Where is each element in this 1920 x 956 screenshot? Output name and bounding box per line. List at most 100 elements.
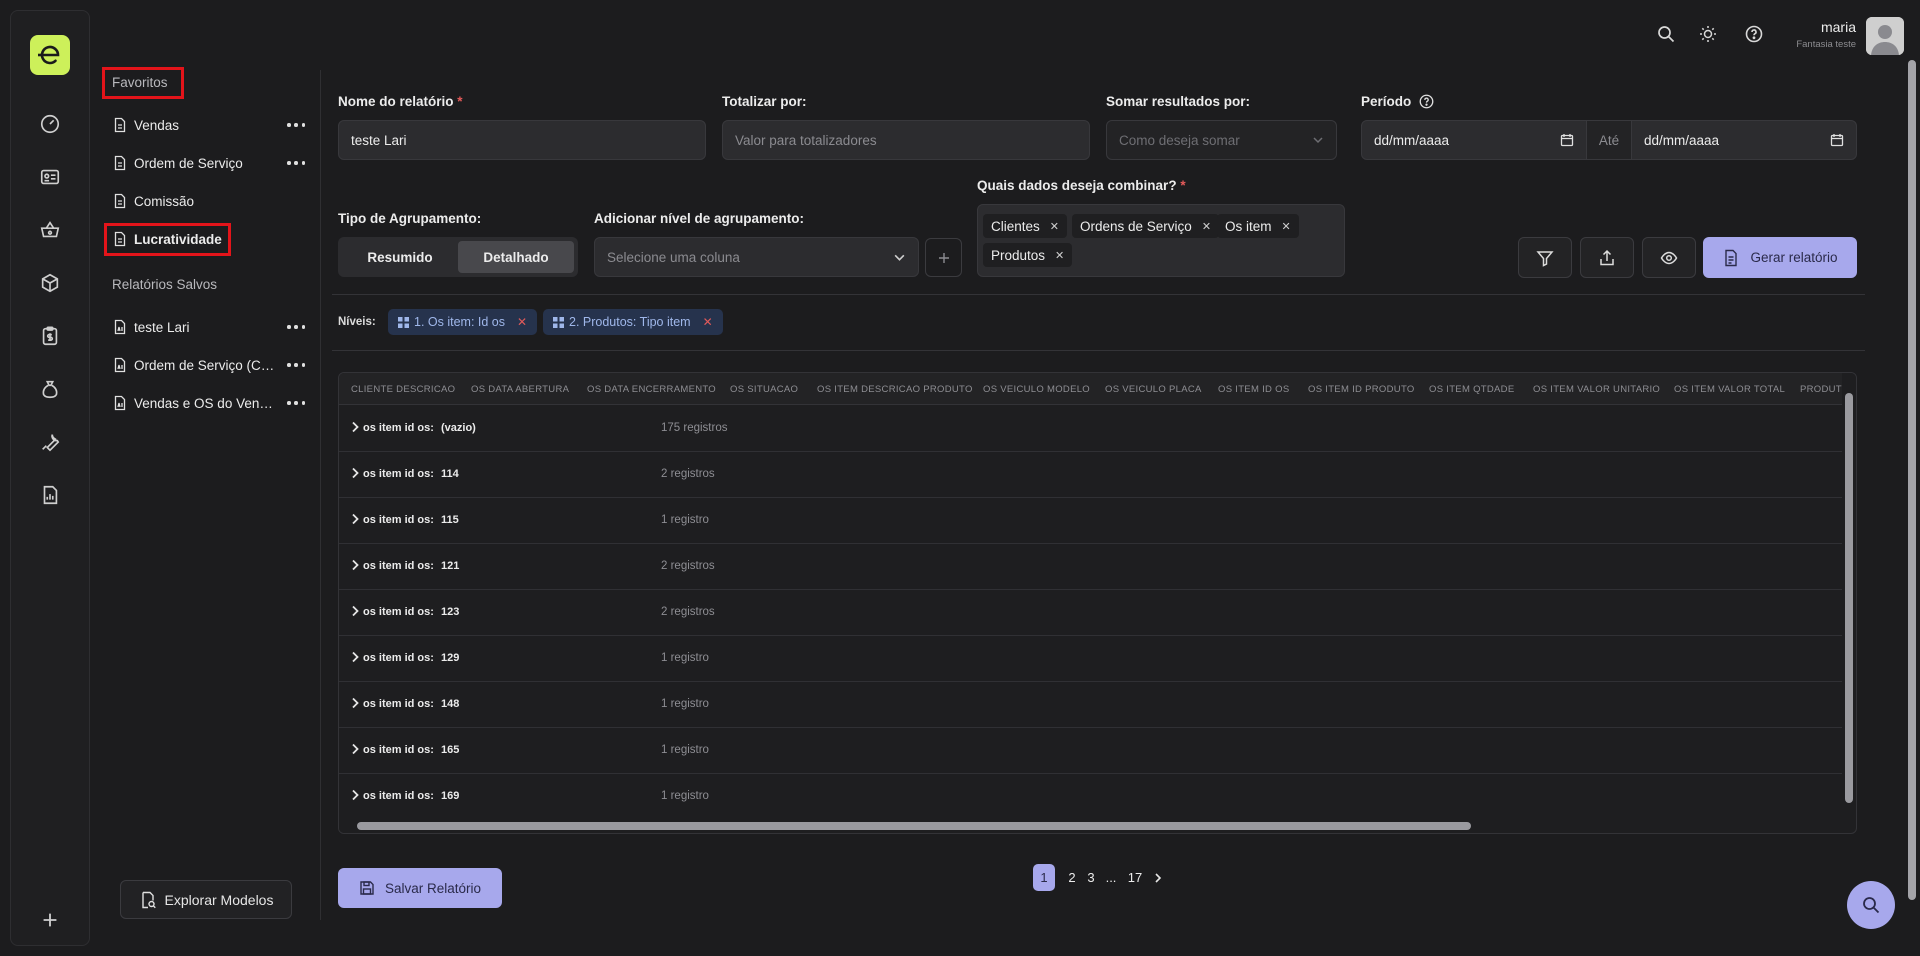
remove-tag-icon[interactable]: ✕: [1282, 220, 1291, 233]
remove-level-icon[interactable]: ✕: [517, 315, 527, 329]
page-3[interactable]: 3: [1085, 864, 1097, 891]
table-horizontal-scrollbar[interactable]: [339, 819, 1844, 833]
more-options-icon[interactable]: [287, 158, 305, 168]
help-icon[interactable]: [1744, 24, 1764, 44]
group-key: os item id os:: [363, 652, 434, 664]
combine-label: Quais dados deseja combinar? *: [977, 178, 1186, 193]
table-row[interactable]: os item id os: 114 2 registros: [339, 452, 1842, 498]
column-header[interactable]: OS ITEM QTDADE: [1429, 384, 1514, 395]
scrollbar-thumb[interactable]: [357, 822, 1471, 830]
chevron-right-icon[interactable]: [348, 604, 362, 618]
add-level-select[interactable]: Selecione uma coluna: [594, 237, 919, 277]
basket-icon[interactable]: [37, 217, 63, 243]
column-header[interactable]: OS DATA ENCERRAMENTO: [587, 384, 716, 395]
page-1[interactable]: 1: [1033, 864, 1055, 891]
more-options-icon[interactable]: [287, 398, 305, 408]
generate-report-button[interactable]: Gerar relatório: [1703, 237, 1857, 278]
group-count: 2 registros: [661, 606, 715, 618]
level-chip-label: 1. Os item: Id os: [414, 315, 506, 329]
dashboard-icon[interactable]: [37, 111, 63, 137]
theme-sun-icon[interactable]: [1698, 24, 1718, 44]
app-logo[interactable]: [30, 35, 70, 75]
sum-by-select[interactable]: Como deseja somar: [1106, 120, 1337, 160]
calendar-icon[interactable]: [1830, 133, 1844, 147]
chevron-right-icon[interactable]: [348, 696, 362, 710]
level-chip-2: 2. Produtos: Tipo item ✕: [543, 309, 723, 335]
add-icon[interactable]: [37, 907, 63, 933]
floating-search-button[interactable]: [1847, 881, 1895, 929]
chevron-right-icon[interactable]: [348, 466, 362, 480]
calendar-icon[interactable]: [1560, 133, 1574, 147]
table-row[interactable]: os item id os: 121 2 registros: [339, 544, 1842, 590]
wrench-icon[interactable]: [37, 429, 63, 455]
column-header[interactable]: OS DATA ABERTURA: [471, 384, 569, 395]
more-options-icon[interactable]: [287, 322, 305, 332]
total-by-input[interactable]: Valor para totalizadores: [722, 120, 1090, 160]
remove-tag-icon[interactable]: ✕: [1050, 220, 1059, 233]
table-row[interactable]: os item id os: 148 1 registro: [339, 682, 1842, 728]
add-level-button[interactable]: [925, 238, 962, 277]
period-label: Período: [1361, 94, 1434, 109]
chevron-right-icon[interactable]: [348, 742, 362, 756]
sidebar-item-comissao[interactable]: Comissão: [112, 189, 194, 213]
grouping-option-detalhado[interactable]: Detalhado: [458, 241, 574, 273]
date-from-input[interactable]: dd/mm/aaaa: [1361, 120, 1587, 160]
save-report-button[interactable]: Salvar Relatório: [338, 868, 502, 908]
share-button[interactable]: [1580, 237, 1634, 278]
chevron-right-icon[interactable]: [348, 420, 362, 434]
more-options-icon[interactable]: [287, 360, 305, 370]
column-header[interactable]: OS SITUACAO: [730, 384, 798, 395]
box-icon[interactable]: [37, 270, 63, 296]
sidebar-saved-teste-lari[interactable]: teste Lari: [112, 315, 190, 339]
grouping-option-resumido[interactable]: Resumido: [342, 241, 458, 273]
combine-tags-input[interactable]: Clientes ✕ Ordens de Serviço ✕ Os item ✕ Pr…: [977, 204, 1345, 277]
column-header[interactable]: OS ITEM VALOR TOTAL: [1674, 384, 1785, 395]
clipboard-money-icon[interactable]: [37, 323, 63, 349]
report-name-input[interactable]: teste Lari: [338, 120, 706, 160]
table-row[interactable]: os item id os: 169 1 registro: [339, 774, 1842, 820]
chevron-right-icon[interactable]: [348, 558, 362, 572]
page-vertical-scrollbar[interactable]: [1908, 60, 1916, 900]
sidebar-item-vendas[interactable]: Vendas: [112, 113, 179, 137]
column-header[interactable]: CLIENTE DESCRICAO: [351, 384, 455, 395]
column-header[interactable]: OS ITEM DESCRICAO PRODUTO: [817, 384, 973, 395]
table-row[interactable]: os item id os: 115 1 registro: [339, 498, 1842, 544]
search-icon[interactable]: [1656, 24, 1676, 44]
money-bag-icon[interactable]: [37, 376, 63, 402]
table-row[interactable]: os item id os: 165 1 registro: [339, 728, 1842, 774]
sidebar-saved-vendas-e-os[interactable]: Vendas e OS do Vendedor: [112, 391, 276, 415]
more-options-icon[interactable]: [287, 120, 305, 130]
contacts-card-icon[interactable]: [37, 164, 63, 190]
scrollbar-thumb[interactable]: [1845, 393, 1853, 803]
chevron-right-icon[interactable]: [348, 788, 362, 802]
page-17[interactable]: 17: [1125, 864, 1145, 891]
column-header[interactable]: OS ITEM VALOR UNITARIO: [1533, 384, 1660, 395]
preview-button[interactable]: [1642, 237, 1696, 278]
document-icon: [114, 155, 126, 171]
report-chart-icon[interactable]: [37, 482, 63, 508]
next-page-button[interactable]: [1151, 864, 1165, 891]
remove-level-icon[interactable]: ✕: [703, 315, 713, 329]
chevron-right-icon[interactable]: [348, 650, 362, 664]
column-header[interactable]: OS VEICULO PLACA: [1105, 384, 1202, 395]
sidebar-saved-ordem-de-servico-copia[interactable]: Ordem de Serviço (Cópia): [112, 353, 276, 377]
avatar[interactable]: [1866, 17, 1904, 55]
sidebar-item-lucratividade[interactable]: Lucratividade: [112, 227, 222, 251]
explore-models-button[interactable]: Explorar Modelos: [120, 880, 292, 919]
table-row[interactable]: os item id os: (vazio) 175 registros: [339, 406, 1842, 452]
column-header[interactable]: OS ITEM ID PRODUTO: [1308, 384, 1415, 395]
page-2[interactable]: 2: [1066, 864, 1078, 891]
column-header[interactable]: OS ITEM ID OS: [1218, 384, 1289, 395]
column-header[interactable]: OS VEICULO MODELO: [983, 384, 1090, 395]
table-vertical-scrollbar[interactable]: [1842, 373, 1856, 821]
table-row[interactable]: os item id os: 129 1 registro: [339, 636, 1842, 682]
remove-tag-icon[interactable]: ✕: [1055, 249, 1064, 262]
table-row[interactable]: os item id os: 123 2 registros: [339, 590, 1842, 636]
remove-tag-icon[interactable]: ✕: [1202, 220, 1211, 233]
filter-button[interactable]: [1518, 237, 1572, 278]
chevron-right-icon[interactable]: [348, 512, 362, 526]
date-to-input[interactable]: dd/mm/aaaa: [1631, 120, 1857, 160]
sidebar-item-ordem-de-servico[interactable]: Ordem de Serviço: [112, 151, 243, 175]
help-icon[interactable]: [1419, 94, 1434, 109]
document-icon: [114, 231, 126, 247]
